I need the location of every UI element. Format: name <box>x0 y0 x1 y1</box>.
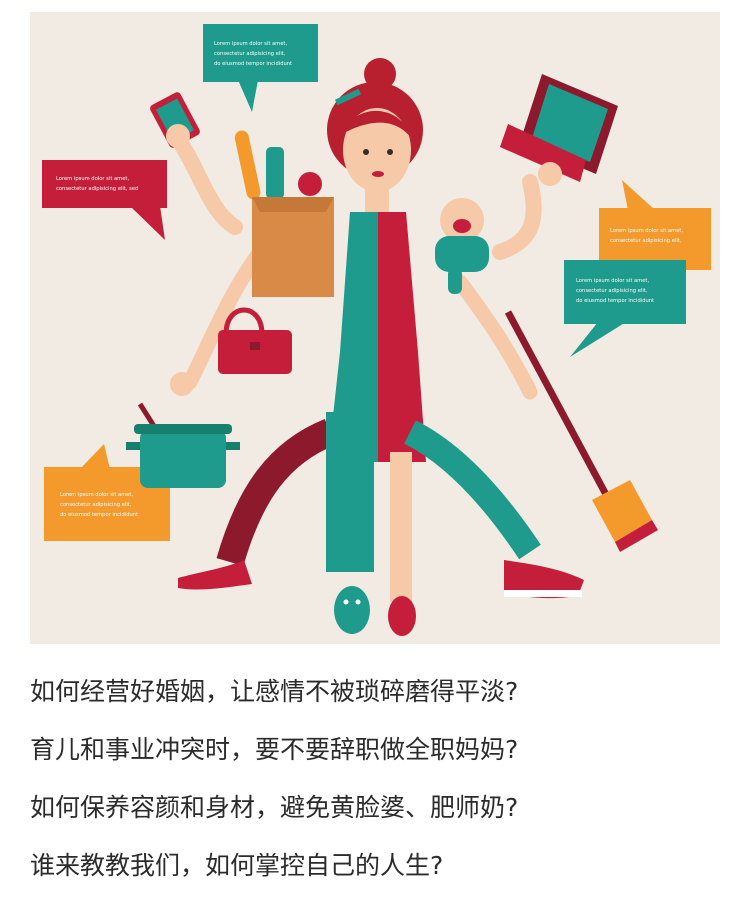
speech-bubble-right-orange: Lorem ipsum dolor sit amet, consectetur … <box>599 180 711 270</box>
speech-bubble-right-teal: Lorem ipsum dolor sit amet, consectetur … <box>564 260 686 357</box>
speech-bubble-top: Lorem ipsum dolor sit amet, consectetur … <box>203 24 318 112</box>
bubble-text-line: do eiusmod tempor incididunt <box>60 512 138 518</box>
bubble-text-line: consectetur adipisicing elit, <box>214 51 286 57</box>
bubble-text-line: Lorem ipsum dolor sit amet, <box>60 492 133 498</box>
slipper-icon <box>334 586 370 634</box>
bubble-text-line: Lorem ipsum dolor sit amet, <box>576 278 649 284</box>
handbag-icon <box>218 307 292 374</box>
bubble-text-line: do eiusmod tempor incididunt <box>214 61 292 67</box>
laptop-icon <box>500 74 618 182</box>
bubble-text-line: do eiusmod tempor incididunt <box>576 298 654 304</box>
question-life-control: 谁来教教我们，如何掌控自己的人生? <box>30 851 444 880</box>
bubble-text-line: Lorem ipsum dolor sit amet, <box>610 228 683 234</box>
sneaker-icon <box>504 560 584 599</box>
red-heel-icon <box>178 560 252 590</box>
bubble-text-line: consectetur adipisicing elit, <box>60 502 132 508</box>
question-list: 如何经营好婚姻，让感情不被琐碎磨得平淡? 育儿和事业冲突时，要不要辞职做全职妈妈… <box>30 672 730 904</box>
illustration-svg: Lorem ipsum dolor sit amet, consectetur … <box>42 24 711 636</box>
question-parenting-career: 育儿和事业冲突时，要不要辞职做全职妈妈? <box>30 735 519 764</box>
bubble-text-line: Lorem ipsum dolor sit amet, <box>214 41 287 47</box>
bubble-text-line: Lorem ipsum dolor sit amet, <box>56 176 129 182</box>
bubble-text-line: consectetur adipisicing elit, <box>576 288 648 294</box>
flat-shoe-icon <box>388 596 416 636</box>
bubble-text-line: consectetur adipisicing elit, sed <box>56 186 138 192</box>
question-appearance: 如何保养容颜和身材，避免黄脸婆、肥师奶? <box>30 793 519 822</box>
speech-bubble-left: Lorem ipsum dolor sit amet, consectetur … <box>42 160 167 240</box>
bubble-text-line: consectetur adipisicing elit, <box>610 238 682 244</box>
question-marriage: 如何经营好婚姻，让感情不被琐碎磨得平淡? <box>30 677 519 706</box>
cooking-pot-icon <box>126 402 240 488</box>
baby-icon <box>435 198 489 294</box>
multitasking-mom-illustration: Lorem ipsum dolor sit amet, consectetur … <box>30 12 720 644</box>
